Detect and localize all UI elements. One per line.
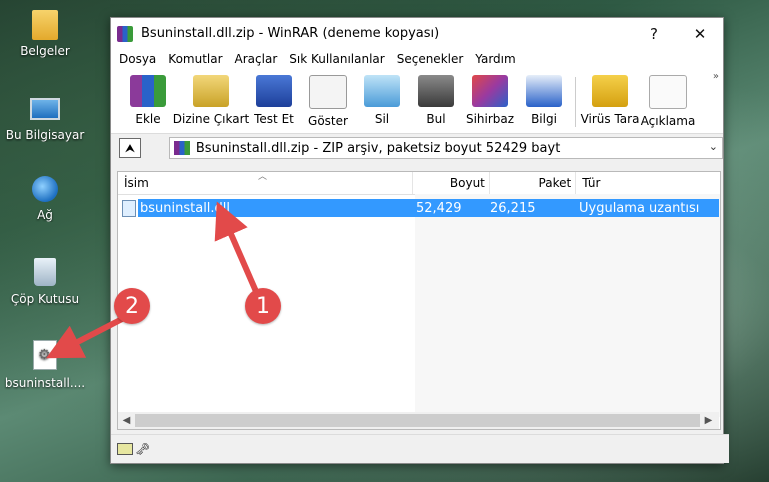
- arrow-1: [214, 201, 261, 298]
- annotation-badge-1: 1: [245, 288, 281, 324]
- arrow-2: [46, 315, 126, 359]
- annotation-arrows: [46, 201, 261, 359]
- annotation-badge-2: 2: [114, 288, 150, 324]
